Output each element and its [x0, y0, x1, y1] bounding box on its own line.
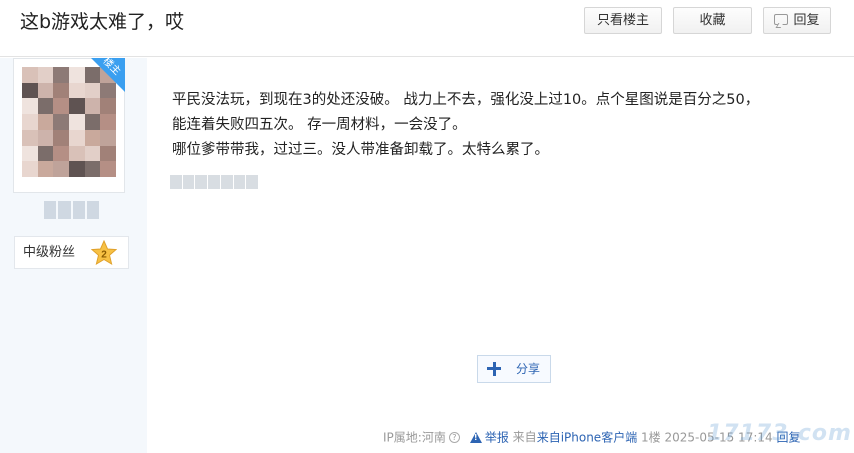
- username-blurred[interactable]: [44, 201, 99, 219]
- report-icon: [469, 432, 482, 443]
- post-line: 哪位爹带带我，过过三。没人带准备卸载了。太特么累了。: [172, 142, 549, 158]
- client-link[interactable]: 来自iPhone客户端: [537, 431, 638, 445]
- site-watermark: 17173.com: [707, 421, 852, 446]
- favorite-button[interactable]: 收藏: [673, 7, 752, 34]
- signature-blurred: [170, 175, 259, 189]
- reply-button-label: 回复: [793, 13, 820, 28]
- fan-level-label: 中级粉丝: [23, 245, 76, 260]
- post-line: 能连着失败四五次。 存一周材料，一会没了。: [172, 117, 467, 133]
- share-label: 分享: [515, 362, 540, 376]
- post-line: 平民没法玩，到现在3的处还没破。 战力上不去，强化没上过10。点个星图说是百分之…: [172, 92, 760, 108]
- thread-header: 这b游戏太难了，哎 只看楼主 收藏 回复: [0, 0, 854, 57]
- only-op-button[interactable]: 只看楼主: [584, 7, 662, 34]
- share-button[interactable]: 分享: [477, 355, 551, 383]
- fan-level-number: 2: [101, 250, 107, 261]
- post-content: 平民没法玩，到现在3的处还没破。 战力上不去，强化没上过10。点个星图说是百分之…: [172, 88, 832, 163]
- ip-location: IP属地:河南: [383, 430, 446, 445]
- reply-button[interactable]: 回复: [763, 7, 831, 34]
- report-link[interactable]: 举报: [485, 431, 509, 445]
- help-icon[interactable]: ?: [448, 432, 460, 443]
- avatar[interactable]: 楼主: [13, 56, 125, 193]
- fan-level-badge[interactable]: 中级粉丝 2: [14, 236, 129, 269]
- floor-number: 1楼: [641, 430, 661, 445]
- post-source: 来自来自iPhone客户端: [512, 430, 638, 445]
- plus-icon: [487, 362, 501, 376]
- comment-icon: [774, 14, 789, 25]
- level-star-icon: 2: [91, 240, 117, 266]
- thread-title: 这b游戏太难了，哎: [20, 11, 185, 33]
